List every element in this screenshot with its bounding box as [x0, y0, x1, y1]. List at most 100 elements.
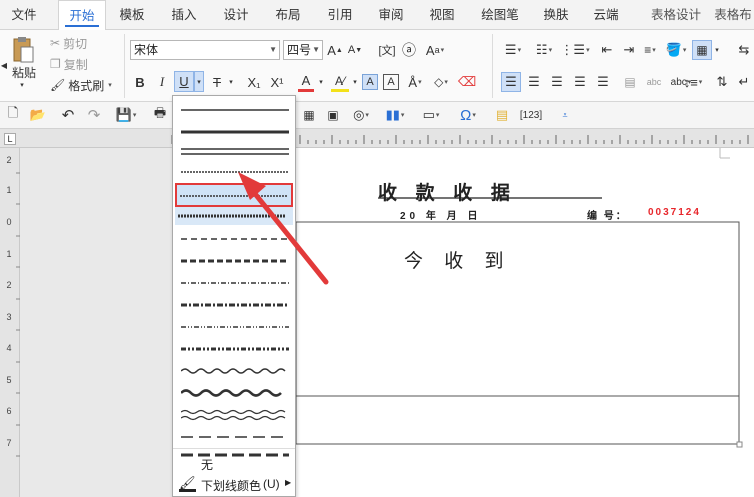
text-box-icon[interactable]: abc [644, 72, 664, 92]
format-painter-button[interactable]: 🖌 格式刷 ▾ [50, 76, 120, 94]
text-effect-icon[interactable]: Å ▾ [404, 72, 426, 92]
vertical-ruler[interactable]: 2 1 0 1 2 3 4 5 6 7 [0, 148, 20, 497]
underline-style-wave[interactable] [177, 361, 291, 381]
redo-icon[interactable]: ↷ [84, 106, 104, 124]
enclose-character-icon[interactable]: ⓐ [400, 40, 418, 60]
picture-icon[interactable]: ▣ [324, 106, 342, 124]
tab-skin[interactable]: 换肤 [534, 0, 578, 30]
ribbon-scroll-left-icon[interactable]: ◀ [0, 58, 8, 72]
distributed-icon[interactable]: ☰ [593, 72, 613, 92]
font-color-button[interactable]: A [298, 72, 314, 92]
align-left-icon[interactable]: ☰ [501, 72, 521, 92]
copy-button[interactable]: ❐ 复制 [50, 55, 120, 73]
tab-table-design[interactable]: 表格设计 [640, 0, 712, 30]
paste-icon[interactable] [10, 34, 36, 66]
underline-style-dot-dot-dash[interactable] [177, 317, 291, 337]
shrink-font-icon[interactable]: A ▼ [347, 40, 363, 60]
phonetic-guide-icon[interactable]: [文] [378, 40, 396, 60]
underline-button[interactable]: U [174, 71, 194, 92]
underline-style-heavy-wave[interactable] [177, 383, 291, 403]
cut-button[interactable]: ✂ 剪切 [50, 34, 120, 52]
new-document-icon[interactable]: 🗋 [4, 105, 22, 124]
tab-insert[interactable]: 插入 [162, 0, 206, 30]
underline-style-single[interactable] [177, 100, 291, 120]
tab-layout[interactable]: 布局 [266, 0, 310, 30]
underline-none-option[interactable]: 无 [201, 456, 213, 473]
border-dropdown-icon[interactable]: ▾ [712, 40, 722, 60]
highlight-icon[interactable]: A⁄ [331, 72, 349, 92]
underline-style-heavy-dot-dash[interactable] [177, 295, 291, 315]
decrease-indent-icon[interactable]: ⇤ [598, 40, 616, 60]
increase-indent-icon[interactable]: ⇥ [620, 40, 638, 60]
multilevel-list-icon[interactable]: ⋮☰ ▾ [560, 40, 589, 60]
chart-icon[interactable]: ▮▮ ▾ [382, 106, 408, 124]
char-border-icon[interactable]: A [383, 74, 399, 90]
underline-style-dotted[interactable] [177, 162, 291, 182]
bold-button[interactable]: B [131, 72, 149, 92]
underline-style-double-wave[interactable] [177, 405, 291, 425]
sort-icon[interactable]: ⇅ [712, 72, 732, 92]
superscript-button[interactable]: X¹ [267, 72, 287, 92]
horizontal-ruler[interactable]: L [0, 129, 754, 148]
paste-label[interactable]: 粘贴 [8, 64, 40, 80]
undo-icon[interactable]: ↶ [58, 106, 78, 124]
strikethrough-button[interactable]: T [209, 72, 225, 92]
underline-color-option[interactable]: 🖌 下划线颜色 (U) ▶ [177, 476, 293, 494]
font-color-dropdown-icon[interactable]: ▾ [316, 72, 326, 92]
strikethrough-dropdown-icon[interactable]: ▾ [226, 72, 236, 92]
tab-view[interactable]: 视图 [420, 0, 464, 30]
char-shading-icon[interactable]: A [362, 74, 378, 90]
table-insert-icon[interactable]: ▦ [300, 106, 318, 124]
table-icon[interactable]: ▤ [620, 72, 640, 92]
align-right-icon[interactable]: ☰ [547, 72, 567, 92]
italic-button[interactable]: I [153, 72, 171, 92]
paragraph-mark-icon[interactable]: ⇆ [735, 40, 753, 60]
numbered-list-icon[interactable]: ☷ ▾ [531, 40, 557, 60]
underline-style-dash[interactable] [177, 229, 291, 249]
print-icon[interactable]: 🖶 [150, 105, 170, 124]
chinese-layout-icon[interactable]: ≡ ▾ [642, 40, 658, 60]
subscript-button[interactable]: X₁ [244, 72, 264, 92]
tab-template[interactable]: 模板 [110, 0, 154, 30]
tab-cloud[interactable]: 云端 [584, 0, 628, 30]
underline-dropdown-icon[interactable]: ▾ [194, 71, 204, 92]
tab-file[interactable]: 文件 [2, 0, 46, 30]
table-resize-handle[interactable] [736, 441, 743, 448]
bullet-list-icon[interactable]: ☰ ▾ [500, 40, 526, 60]
tab-references[interactable]: 引用 [318, 0, 362, 30]
clear-format-icon[interactable]: Aa ▾ [422, 40, 448, 60]
customize-toolbar-icon[interactable]: ⩡ [558, 106, 572, 124]
underline-style-long-dash[interactable] [177, 427, 291, 447]
underline-style-thick[interactable] [177, 122, 291, 142]
align-center-icon[interactable]: ☰ [524, 72, 544, 92]
eraser-icon[interactable]: ⌫ [458, 72, 476, 92]
underline-style-heavy-dotted[interactable] [175, 207, 293, 225]
tab-home[interactable]: 开始 [58, 0, 106, 31]
textbox-insert-icon[interactable]: ▭ ▾ [418, 106, 444, 124]
paste-dropdown-icon[interactable]: ▾ [16, 80, 28, 90]
font-size-select[interactable]: 四号 ▼ [283, 40, 323, 60]
shapes-icon[interactable]: ◎ ▾ [348, 106, 374, 124]
number-insert-icon[interactable]: [123] [520, 106, 542, 124]
show-marks-icon[interactable]: ↵ [734, 72, 754, 92]
highlight-dropdown-icon[interactable]: ▾ [350, 72, 360, 92]
tab-table-layout[interactable]: 表格布 [712, 0, 754, 30]
border-icon[interactable]: ▦ [692, 40, 712, 60]
tab-review[interactable]: 审阅 [369, 0, 413, 30]
shading-icon[interactable]: 🪣 ▾ [664, 40, 688, 60]
underline-style-dotted-selected[interactable] [175, 183, 293, 207]
tab-draw[interactable]: 绘图笔 [472, 0, 528, 30]
open-folder-icon[interactable]: 📂 [28, 106, 48, 124]
note-icon[interactable]: ▤ [492, 106, 512, 124]
underline-style-heavy-dot-dot-dash[interactable] [177, 339, 291, 359]
save-icon[interactable]: 💾 ▾ [114, 106, 138, 124]
justify-icon[interactable]: ☰ [570, 72, 590, 92]
underline-style-double[interactable] [177, 142, 291, 162]
underline-style-heavy-dash[interactable] [177, 251, 291, 271]
symbol-icon[interactable]: Ω ▾ [454, 106, 482, 124]
font-name-select[interactable]: 宋体 ▼ [130, 40, 280, 60]
grow-font-icon[interactable]: A ▲ [327, 40, 343, 60]
tab-design[interactable]: 设计 [214, 0, 258, 30]
underline-style-dot-dash[interactable] [177, 273, 291, 293]
text-direction-icon[interactable]: ◇ ▾ [430, 72, 452, 92]
